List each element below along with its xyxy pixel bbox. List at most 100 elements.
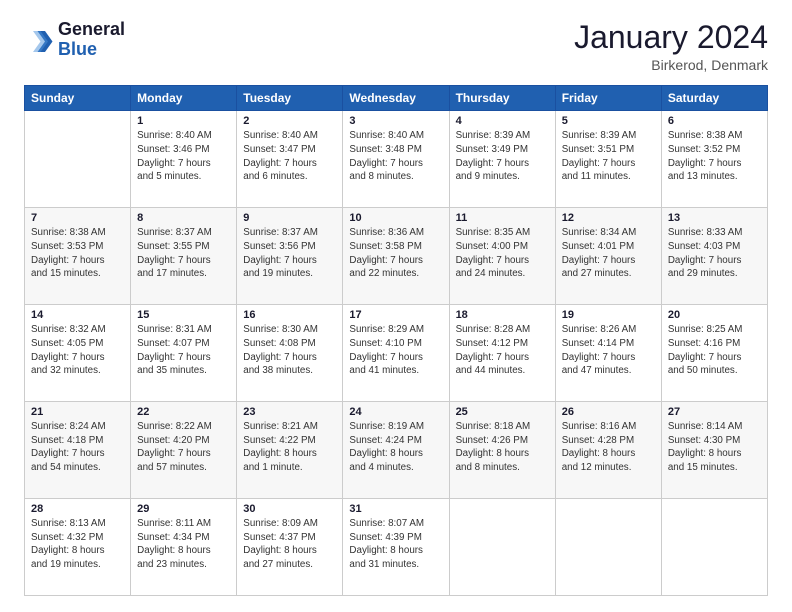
day-info: Sunrise: 8:34 AM Sunset: 4:01 PM Dayligh… <box>562 226 655 281</box>
day-number: 31 <box>349 503 442 515</box>
day-info: Sunrise: 8:26 AM Sunset: 4:14 PM Dayligh… <box>562 323 655 378</box>
day-info: Sunrise: 8:40 AM Sunset: 3:47 PM Dayligh… <box>243 129 336 184</box>
calendar-cell: 1 Sunrise: 8:40 AM Sunset: 3:46 PM Daylig… <box>131 111 237 208</box>
day-number: 26 <box>562 406 655 418</box>
calendar-cell <box>661 499 767 596</box>
day-info: Sunrise: 8:37 AM Sunset: 3:55 PM Dayligh… <box>137 226 230 281</box>
calendar-cell: 2Sunrise: 8:40 AM Sunset: 3:47 PM Daylig… <box>237 111 343 208</box>
calendar-cell: 18Sunrise: 8:28 AM Sunset: 4:12 PM Dayli… <box>449 305 555 402</box>
day-number: 14 <box>31 309 124 321</box>
day-number: 22 <box>137 406 230 418</box>
day-info: Sunrise: 8:38 AM Sunset: 3:52 PM Dayligh… <box>668 129 761 184</box>
calendar-cell: 15 Sunrise: 8:31 AM Sunset: 4:07 PM Dayli… <box>131 305 237 402</box>
day-info: Sunrise: 8:11 AM Sunset: 4:34 PM Dayligh… <box>137 517 230 572</box>
day-number: 13 <box>668 212 761 224</box>
day-info: Sunrise: 8:16 AM Sunset: 4:28 PM Dayligh… <box>562 420 655 475</box>
week-row-1: 1 Sunrise: 8:40 AM Sunset: 3:46 PM Daylig… <box>25 111 768 208</box>
calendar-cell: 28Sunrise: 8:13 AM Sunset: 4:32 PM Dayli… <box>25 499 131 596</box>
day-info: Sunrise: 8:28 AM Sunset: 4:12 PM Dayligh… <box>456 323 549 378</box>
logo-blue-text: Blue <box>58 39 97 59</box>
calendar-cell: 17 Sunrise: 8:29 AM Sunset: 4:10 PM Dayli… <box>343 305 449 402</box>
day-number: 10 <box>349 212 442 224</box>
calendar-cell: 14Sunrise: 8:32 AM Sunset: 4:05 PM Dayli… <box>25 305 131 402</box>
logo: General Blue <box>24 20 125 60</box>
day-number: 11 <box>456 212 549 224</box>
weekday-header-wednesday: Wednesday <box>343 86 449 111</box>
day-number: 1 <box>137 115 230 127</box>
weekday-header-saturday: Saturday <box>661 86 767 111</box>
day-info: Sunrise: 8:39 AM Sunset: 3:49 PM Dayligh… <box>456 129 549 184</box>
day-info: Sunrise: 8:40 AM Sunset: 3:48 PM Dayligh… <box>349 129 442 184</box>
calendar-cell <box>449 499 555 596</box>
day-number: 12 <box>562 212 655 224</box>
calendar-cell: 12 Sunrise: 8:34 AM Sunset: 4:01 PM Dayli… <box>555 208 661 305</box>
day-number: 16 <box>243 309 336 321</box>
day-number: 4 <box>456 115 549 127</box>
calendar-cell: 23 Sunrise: 8:21 AM Sunset: 4:22 PM Dayli… <box>237 402 343 499</box>
page: General Blue January 2024 Birkerod, Denm… <box>0 0 792 612</box>
calendar-cell: 9 Sunrise: 8:37 AM Sunset: 3:56 PM Daylig… <box>237 208 343 305</box>
calendar-cell: 4 Sunrise: 8:39 AM Sunset: 3:49 PM Daylig… <box>449 111 555 208</box>
day-number: 28 <box>31 503 124 515</box>
day-number: 9 <box>243 212 336 224</box>
day-info: Sunrise: 8:14 AM Sunset: 4:30 PM Dayligh… <box>668 420 761 475</box>
calendar-cell: 8Sunrise: 8:37 AM Sunset: 3:55 PM Daylig… <box>131 208 237 305</box>
day-info: Sunrise: 8:35 AM Sunset: 4:00 PM Dayligh… <box>456 226 549 281</box>
week-row-5: 28Sunrise: 8:13 AM Sunset: 4:32 PM Dayli… <box>25 499 768 596</box>
logo-icon <box>24 25 54 55</box>
calendar-cell: 16Sunrise: 8:30 AM Sunset: 4:08 PM Dayli… <box>237 305 343 402</box>
calendar-cell: 26 Sunrise: 8:16 AM Sunset: 4:28 PM Dayli… <box>555 402 661 499</box>
day-number: 21 <box>31 406 124 418</box>
weekday-header-friday: Friday <box>555 86 661 111</box>
day-number: 23 <box>243 406 336 418</box>
day-info: Sunrise: 8:07 AM Sunset: 4:39 PM Dayligh… <box>349 517 442 572</box>
day-number: 27 <box>668 406 761 418</box>
week-row-3: 14Sunrise: 8:32 AM Sunset: 4:05 PM Dayli… <box>25 305 768 402</box>
calendar-cell <box>25 111 131 208</box>
day-info: Sunrise: 8:40 AM Sunset: 3:46 PM Dayligh… <box>137 129 230 184</box>
day-info: Sunrise: 8:25 AM Sunset: 4:16 PM Dayligh… <box>668 323 761 378</box>
calendar-cell: 3 Sunrise: 8:40 AM Sunset: 3:48 PM Daylig… <box>343 111 449 208</box>
calendar-cell: 30 Sunrise: 8:09 AM Sunset: 4:37 PM Dayli… <box>237 499 343 596</box>
day-info: Sunrise: 8:31 AM Sunset: 4:07 PM Dayligh… <box>137 323 230 378</box>
day-info: Sunrise: 8:36 AM Sunset: 3:58 PM Dayligh… <box>349 226 442 281</box>
day-info: Sunrise: 8:09 AM Sunset: 4:37 PM Dayligh… <box>243 517 336 572</box>
day-info: Sunrise: 8:33 AM Sunset: 4:03 PM Dayligh… <box>668 226 761 281</box>
weekday-header-tuesday: Tuesday <box>237 86 343 111</box>
calendar-cell: 22 Sunrise: 8:22 AM Sunset: 4:20 PM Dayli… <box>131 402 237 499</box>
calendar-cell: 21Sunrise: 8:24 AM Sunset: 4:18 PM Dayli… <box>25 402 131 499</box>
day-number: 17 <box>349 309 442 321</box>
day-number: 15 <box>137 309 230 321</box>
calendar-cell: 20Sunrise: 8:25 AM Sunset: 4:16 PM Dayli… <box>661 305 767 402</box>
weekday-header-monday: Monday <box>131 86 237 111</box>
month-title: January 2024 <box>574 20 768 55</box>
day-info: Sunrise: 8:21 AM Sunset: 4:22 PM Dayligh… <box>243 420 336 475</box>
week-row-4: 21Sunrise: 8:24 AM Sunset: 4:18 PM Dayli… <box>25 402 768 499</box>
title-block: January 2024 Birkerod, Denmark <box>574 20 768 73</box>
day-number: 5 <box>562 115 655 127</box>
day-number: 19 <box>562 309 655 321</box>
day-info: Sunrise: 8:39 AM Sunset: 3:51 PM Dayligh… <box>562 129 655 184</box>
weekday-header-row: SundayMondayTuesdayWednesdayThursdayFrid… <box>25 86 768 111</box>
calendar-cell: 10 Sunrise: 8:36 AM Sunset: 3:58 PM Dayli… <box>343 208 449 305</box>
day-number: 30 <box>243 503 336 515</box>
header: General Blue January 2024 Birkerod, Denm… <box>24 20 768 73</box>
calendar-cell: 31 Sunrise: 8:07 AM Sunset: 4:39 PM Dayli… <box>343 499 449 596</box>
logo-general-text: General <box>58 19 125 39</box>
day-number: 7 <box>31 212 124 224</box>
calendar-cell: 24Sunrise: 8:19 AM Sunset: 4:24 PM Dayli… <box>343 402 449 499</box>
day-info: Sunrise: 8:29 AM Sunset: 4:10 PM Dayligh… <box>349 323 442 378</box>
calendar-cell: 11 Sunrise: 8:35 AM Sunset: 4:00 PM Dayli… <box>449 208 555 305</box>
day-number: 3 <box>349 115 442 127</box>
week-row-2: 7 Sunrise: 8:38 AM Sunset: 3:53 PM Daylig… <box>25 208 768 305</box>
calendar-cell: 7 Sunrise: 8:38 AM Sunset: 3:53 PM Daylig… <box>25 208 131 305</box>
day-info: Sunrise: 8:22 AM Sunset: 4:20 PM Dayligh… <box>137 420 230 475</box>
calendar-cell: 5 Sunrise: 8:39 AM Sunset: 3:51 PM Daylig… <box>555 111 661 208</box>
day-info: Sunrise: 8:37 AM Sunset: 3:56 PM Dayligh… <box>243 226 336 281</box>
day-info: Sunrise: 8:38 AM Sunset: 3:53 PM Dayligh… <box>31 226 124 281</box>
location: Birkerod, Denmark <box>574 57 768 73</box>
weekday-header-thursday: Thursday <box>449 86 555 111</box>
calendar-cell <box>555 499 661 596</box>
day-number: 29 <box>137 503 230 515</box>
calendar-cell: 13 Sunrise: 8:33 AM Sunset: 4:03 PM Dayli… <box>661 208 767 305</box>
